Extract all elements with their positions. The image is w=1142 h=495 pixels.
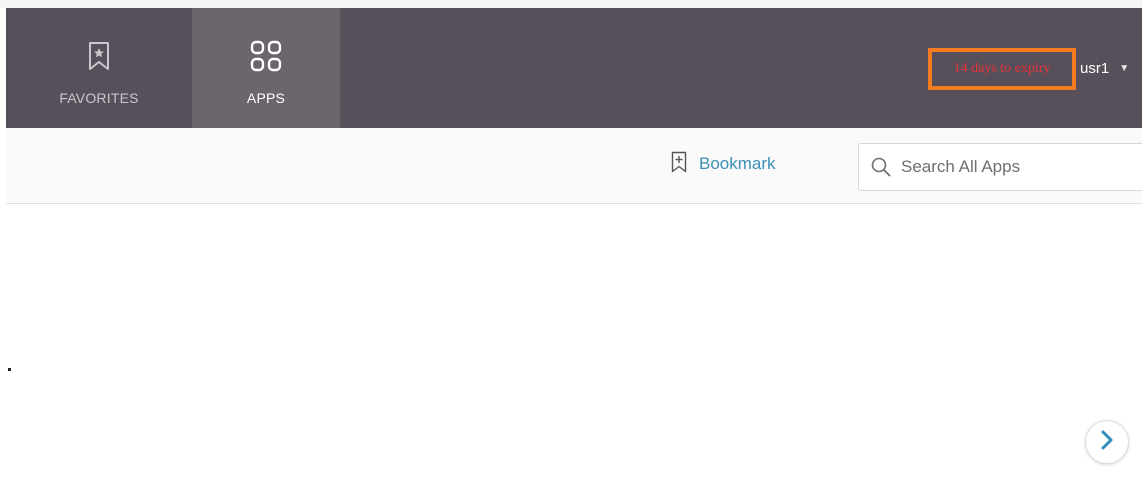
top-navigation-bar: FAVORITES APPS 14 days to expiry usr1 ▼ (6, 8, 1142, 128)
app-launcher-page: FAVORITES APPS 14 days to expiry usr1 ▼ (0, 0, 1142, 495)
bookmark-plus-icon (671, 151, 687, 178)
search-box[interactable] (858, 143, 1142, 191)
bookmark-label: Bookmark (699, 154, 776, 173)
user-name: usr1 (1080, 59, 1110, 77)
caret-down-icon: ▼ (1119, 62, 1130, 74)
apps-grid-icon (249, 36, 283, 76)
tab-apps-label: APPS (246, 90, 286, 106)
search-input[interactable] (899, 156, 1142, 178)
stray-dot (8, 368, 11, 371)
expiry-notice: 14 days to expiry (953, 61, 1051, 76)
chevron-right-icon (1098, 429, 1116, 456)
bookmark-star-icon (82, 36, 116, 76)
bookmark-button[interactable]: Bookmark (671, 150, 776, 178)
toolbar: Bookmark (6, 128, 1142, 204)
tab-favorites-label: FAVORITES (59, 90, 139, 106)
scroll-next-button[interactable] (1085, 420, 1129, 464)
expiry-notice-highlight: 14 days to expiry (928, 48, 1076, 90)
window-top-edge (0, 0, 1142, 8)
user-menu[interactable]: usr1 ▼ (1080, 56, 1129, 80)
tab-favorites[interactable]: FAVORITES (6, 8, 192, 128)
tab-apps[interactable]: APPS (192, 8, 340, 128)
search-icon (871, 157, 891, 177)
